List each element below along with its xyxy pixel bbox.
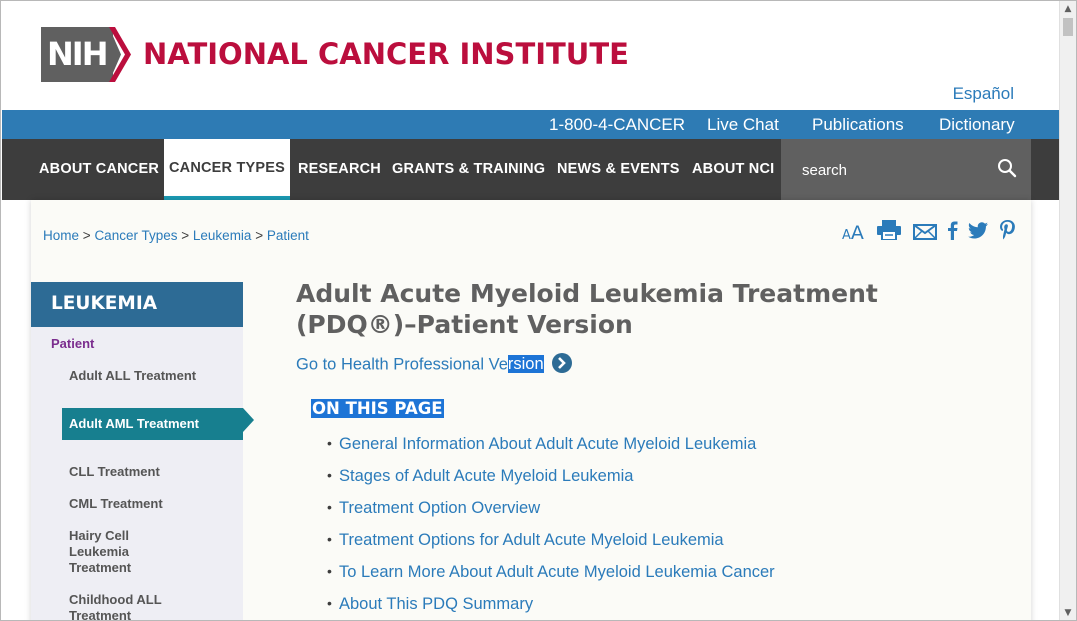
scroll-thumb[interactable] <box>1063 18 1073 36</box>
toc-link-treatment-options[interactable]: Treatment Options for Adult Acute Myeloi… <box>339 531 724 549</box>
espanol-link[interactable]: Español <box>953 84 1014 104</box>
on-this-page-list: • General Information About Adult Acute M… <box>327 435 775 620</box>
active-item-arrow <box>243 408 254 432</box>
nav-about-nci[interactable]: ABOUT NCI <box>692 139 774 200</box>
nav-about-cancer[interactable]: ABOUT CANCER <box>39 139 159 200</box>
nih-logo-text: NIH <box>41 27 113 82</box>
section-nav-item-cll[interactable]: CLL Treatment <box>69 464 234 480</box>
toc-item[interactable]: • General Information About Adult Acute M… <box>327 435 775 467</box>
section-nav-item-childhood-all[interactable]: Childhood ALL Treatment <box>69 592 179 620</box>
breadcrumb-separator: > <box>255 228 264 243</box>
bullet-icon: • <box>327 435 332 451</box>
toc-link-option-overview[interactable]: Treatment Option Overview <box>339 499 540 517</box>
hp-link-selected-text: rsion <box>507 355 544 374</box>
toc-item[interactable]: • Treatment Option Overview <box>327 499 775 531</box>
search-placeholder: search <box>802 162 848 179</box>
section-nav-item-adult-all[interactable]: Adult ALL Treatment <box>69 368 234 384</box>
nih-logo[interactable]: NIH <box>41 27 131 82</box>
section-nav-item-adult-aml[interactable]: Adult AML Treatment <box>62 408 243 440</box>
font-resize-icon[interactable]: AA <box>842 222 864 244</box>
breadcrumb-separator: > <box>82 228 91 243</box>
search-input[interactable]: search <box>781 139 1031 200</box>
nav-news-events[interactable]: NEWS & EVENTS <box>557 139 680 200</box>
phone-link[interactable]: 1-800-4-CANCER <box>549 115 685 135</box>
hp-link-text: Go to Health Professional Ve <box>296 355 508 374</box>
search-icon[interactable] <box>997 158 1017 178</box>
bullet-icon: • <box>327 467 332 483</box>
email-icon[interactable] <box>913 224 937 240</box>
toc-link-about-summary[interactable]: About This PDQ Summary <box>339 595 533 613</box>
health-professional-link[interactable]: Go to Health Professional Version <box>296 353 572 375</box>
content-card: Home > Cancer Types > Leukemia > Patient… <box>31 200 1031 620</box>
live-chat-link[interactable]: Live Chat <box>707 115 779 135</box>
section-nav-title[interactable]: LEUKEMIA <box>31 282 243 327</box>
breadcrumb-separator: > <box>181 228 190 243</box>
breadcrumb: Home > Cancer Types > Leukemia > Patient <box>43 228 309 243</box>
utility-bar: 1-800-4-CANCER Live Chat Publications Di… <box>2 110 1060 139</box>
scroll-down-icon[interactable]: ▼ <box>1060 605 1076 620</box>
dictionary-link[interactable]: Dictionary <box>939 115 1015 135</box>
browser-viewport: NIH NATIONAL CANCER INSTITUTE Español 1-… <box>0 0 1077 621</box>
toc-link-stages[interactable]: Stages of Adult Acute Myeloid Leukemia <box>339 467 633 485</box>
nav-grants-training[interactable]: GRANTS & TRAINING <box>392 139 545 200</box>
toc-item[interactable]: • Stages of Adult Acute Myeloid Leukemia <box>327 467 775 499</box>
breadcrumb-patient[interactable]: Patient <box>267 228 309 243</box>
section-nav: LEUKEMIA Patient Adult ALL Treatment Adu… <box>31 282 243 620</box>
section-nav-item-cml[interactable]: CML Treatment <box>69 496 234 512</box>
bullet-icon: • <box>327 531 332 547</box>
bullet-icon: • <box>327 563 332 579</box>
breadcrumb-cancer-types[interactable]: Cancer Types <box>94 228 177 243</box>
twitter-icon[interactable] <box>968 222 988 239</box>
section-nav-item-hairy-cell[interactable]: Hairy Cell Leukemia Treatment <box>69 528 169 576</box>
bullet-icon: • <box>327 499 332 515</box>
on-this-page-heading: ON THIS PAGE <box>311 399 444 418</box>
toc-item[interactable]: • Treatment Options for Adult Acute Myelo… <box>327 531 775 563</box>
page-title: Adult Acute Myeloid Leukemia Treatment (… <box>296 279 878 339</box>
vertical-scrollbar[interactable]: ▲ ▼ <box>1059 1 1076 620</box>
scroll-up-icon[interactable]: ▲ <box>1060 1 1076 18</box>
bullet-icon: • <box>327 595 332 611</box>
facebook-icon[interactable] <box>947 221 958 240</box>
toc-link-general-info[interactable]: General Information About Adult Acute My… <box>339 435 756 453</box>
nav-research[interactable]: RESEARCH <box>298 139 381 200</box>
site-title[interactable]: NATIONAL CANCER INSTITUTE <box>143 37 629 71</box>
nav-cancer-types[interactable]: CANCER TYPES <box>164 139 290 200</box>
toc-item[interactable]: • To Learn More About Adult Acute Myeloid… <box>327 563 775 595</box>
toc-item[interactable]: • About This PDQ Summary <box>327 595 775 620</box>
section-nav-patient[interactable]: Patient <box>51 336 94 351</box>
main-nav: ABOUT CANCER CANCER TYPES RESEARCH GRANT… <box>2 139 1060 200</box>
print-icon[interactable] <box>877 220 901 240</box>
breadcrumb-home[interactable]: Home <box>43 228 79 243</box>
toc-link-learn-more[interactable]: To Learn More About Adult Acute Myeloid … <box>339 563 775 581</box>
publications-link[interactable]: Publications <box>812 115 904 135</box>
nih-chevron-icon <box>109 27 131 82</box>
breadcrumb-leukemia[interactable]: Leukemia <box>193 228 252 243</box>
pinterest-icon[interactable] <box>1000 220 1015 240</box>
arrow-right-circle-icon[interactable] <box>551 353 572 373</box>
